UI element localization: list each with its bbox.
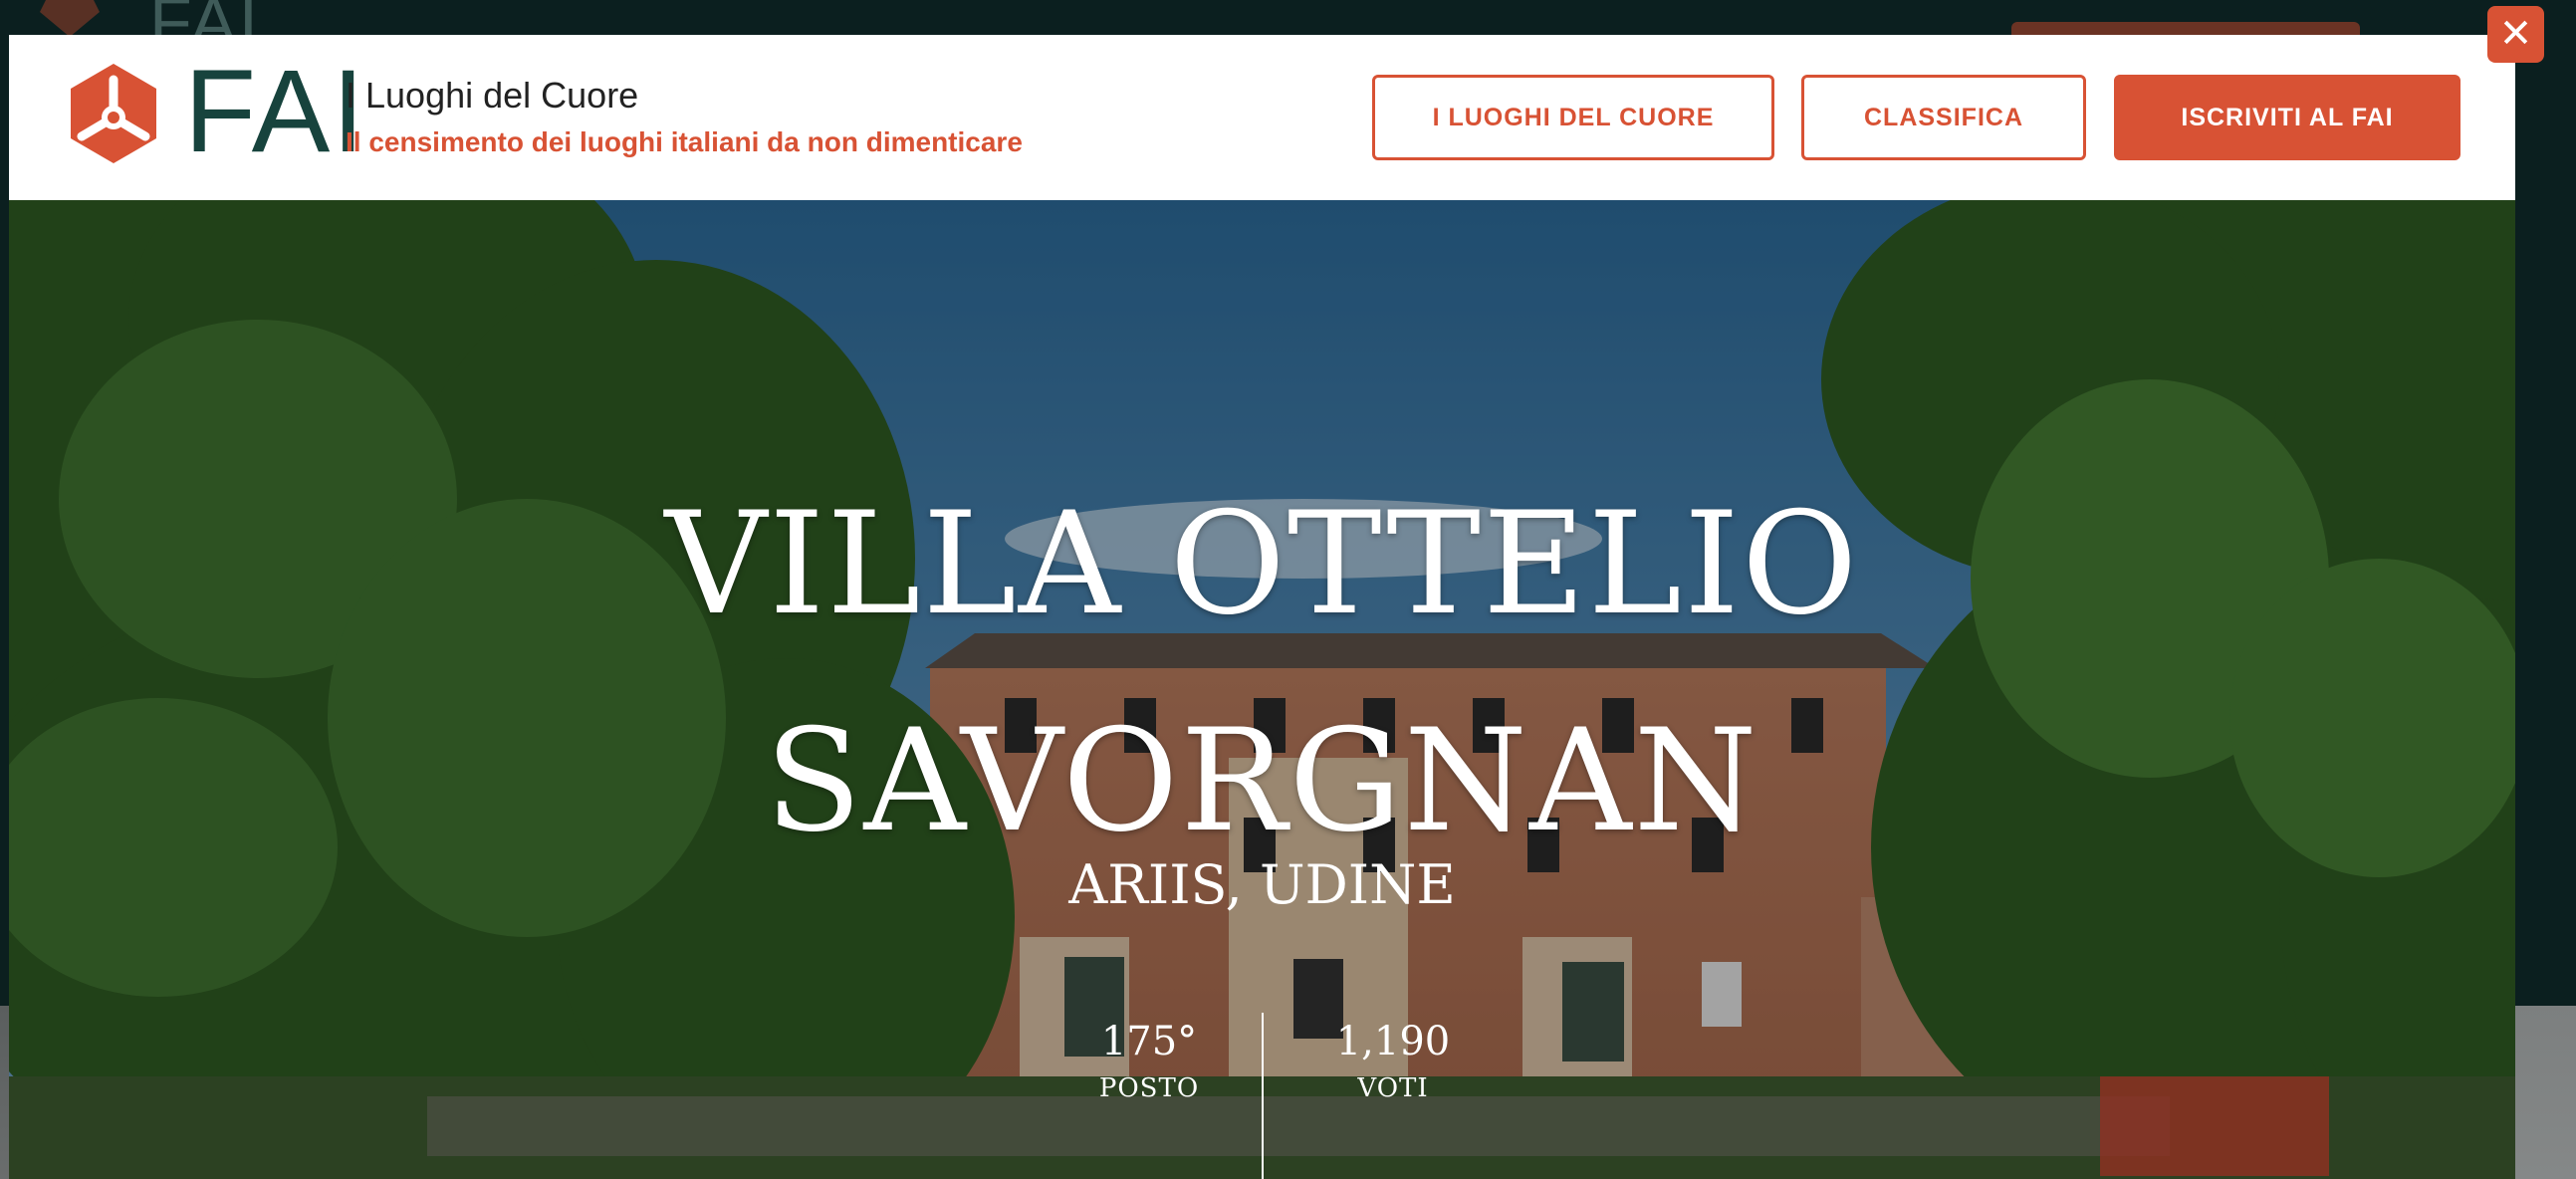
votes-value: 1,190 (1335, 1019, 1451, 1064)
close-icon[interactable]: ✕ (2487, 6, 2544, 63)
backdrop-right-strip (2515, 0, 2576, 1179)
rank-label: POSTO (1098, 1073, 1200, 1103)
iscriviti-button[interactable]: ISCRIVITI AL FAI (2114, 75, 2460, 160)
hero-section: VILLA OTTELIO SAVORGNAN ARIIS, UDINE 175… (9, 200, 2515, 1179)
stats-divider (1262, 1013, 1264, 1179)
background-logo-icon (40, 0, 100, 37)
place-modal: FAI I Luoghi del Cuore Il censimento dei… (9, 35, 2515, 1179)
place-location: ARIIS, UDINE (1068, 853, 1456, 916)
place-title-line-1: VILLA OTTELIO (664, 482, 1860, 646)
luoghi-del-cuore-button[interactable]: I LUOGHI DEL CUORE (1372, 75, 1774, 160)
site-title: I Luoghi del Cuore (346, 75, 639, 116)
place-title-line-2: SAVORGNAN (765, 699, 1759, 863)
rank-value: 175° (1100, 1019, 1198, 1064)
classifica-button[interactable]: CLASSIFICA (1801, 75, 2086, 160)
modal-header: FAI I Luoghi del Cuore Il censimento dei… (9, 35, 2515, 200)
fai-logo-icon[interactable] (64, 62, 163, 165)
fai-logo-text[interactable]: FAI (184, 52, 366, 171)
votes-label: VOTI (1357, 1073, 1429, 1103)
site-subtitle: Il censimento dei luoghi italiani da non… (346, 126, 1023, 157)
